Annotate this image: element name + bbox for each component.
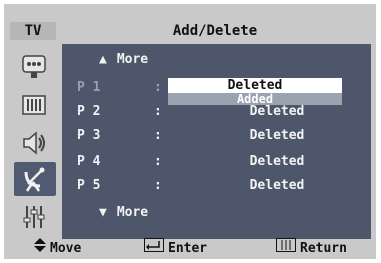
program-label-p3[interactable]: P 3 (77, 125, 100, 147)
more-up-label: More (116, 52, 149, 67)
move-label: Move (50, 240, 82, 256)
move-hint: Move (34, 238, 81, 259)
page-title: Add/Delete (59, 22, 371, 40)
status-p4[interactable]: Deleted (217, 151, 337, 173)
status-p5[interactable]: Deleted (217, 175, 337, 197)
more-down-button[interactable]: ▼ More (99, 202, 148, 224)
enter-label: Enter (168, 240, 208, 256)
dropdown-option-added[interactable]: Added (168, 93, 342, 105)
colon-p2: : (154, 104, 162, 119)
program-label-p1[interactable]: P 1 (77, 77, 100, 99)
colon-p1: : (154, 80, 162, 95)
status-dropdown-p1[interactable]: Deleted Added (168, 78, 342, 105)
dropdown-option-deleted[interactable]: Deleted (168, 78, 342, 93)
arrow-down-icon: ▼ (99, 205, 107, 220)
channel-antenna-icon[interactable] (14, 162, 56, 196)
sidebar (14, 46, 60, 239)
channel-list-panel: ▲ More P 1 : P 2 : Deleted P 3 : Deleted … (62, 44, 371, 239)
colon-p3: : (154, 128, 162, 143)
more-down-label: More (116, 205, 149, 220)
speaker-icon[interactable] (16, 126, 52, 160)
menu-key-icon (276, 238, 296, 259)
sound-icon[interactable] (16, 88, 52, 122)
colon-p5: : (154, 178, 162, 193)
arrow-up-icon: ▲ (99, 52, 107, 67)
status-p3[interactable]: Deleted (217, 125, 337, 147)
enter-hint: Enter (144, 238, 207, 259)
colon-p4: : (154, 154, 162, 169)
program-label-p2[interactable]: P 2 (77, 101, 100, 123)
program-label-p4[interactable]: P 4 (77, 151, 100, 173)
program-label-p5[interactable]: P 5 (77, 175, 100, 197)
tv-label: TV (10, 22, 56, 40)
return-label: Return (300, 240, 347, 256)
picture-icon[interactable] (16, 50, 52, 84)
setup-sliders-icon[interactable] (16, 200, 52, 234)
up-down-arrows-icon (34, 238, 46, 259)
return-hint: Return (276, 238, 347, 259)
enter-key-icon (144, 238, 164, 259)
more-up-button[interactable]: ▲ More (99, 49, 148, 71)
footer-hints: Move Enter Return (10, 238, 371, 258)
